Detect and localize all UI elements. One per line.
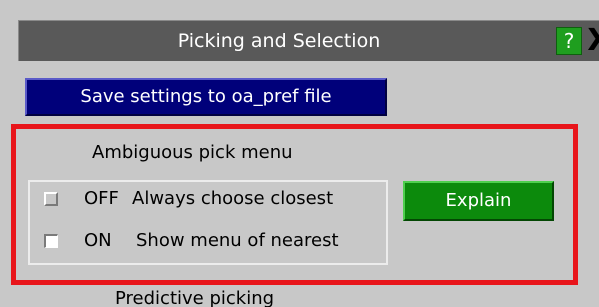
save-settings-button[interactable]: Save settings to oa_pref file — [25, 78, 387, 116]
title-bar[interactable]: Picking and Selection ? X — [18, 20, 599, 61]
option-label: Show menu of nearest — [136, 230, 339, 251]
close-icon[interactable]: X — [584, 25, 599, 57]
picking-selection-panel: Picking and Selection ? X Save settings … — [0, 0, 599, 307]
option-state-label: ON — [84, 230, 112, 251]
checkbox-on[interactable] — [44, 234, 58, 248]
ambiguous-pick-options: OFF Always choose closest ON Show menu o… — [28, 180, 388, 265]
help-button[interactable]: ? — [556, 27, 582, 55]
option-show-menu-of-nearest[interactable]: ON Show menu of nearest — [30, 226, 386, 256]
option-state-label: OFF — [84, 188, 119, 209]
window-title: Picking and Selection — [177, 30, 381, 52]
option-label: Always choose closest — [132, 188, 334, 209]
ambiguous-pick-heading: Ambiguous pick menu — [92, 142, 293, 163]
predictive-picking-heading: Predictive picking — [115, 288, 275, 307]
explain-button[interactable]: Explain — [403, 181, 554, 221]
checkbox-off[interactable] — [44, 192, 58, 206]
option-always-choose-closest[interactable]: OFF Always choose closest — [30, 184, 386, 214]
